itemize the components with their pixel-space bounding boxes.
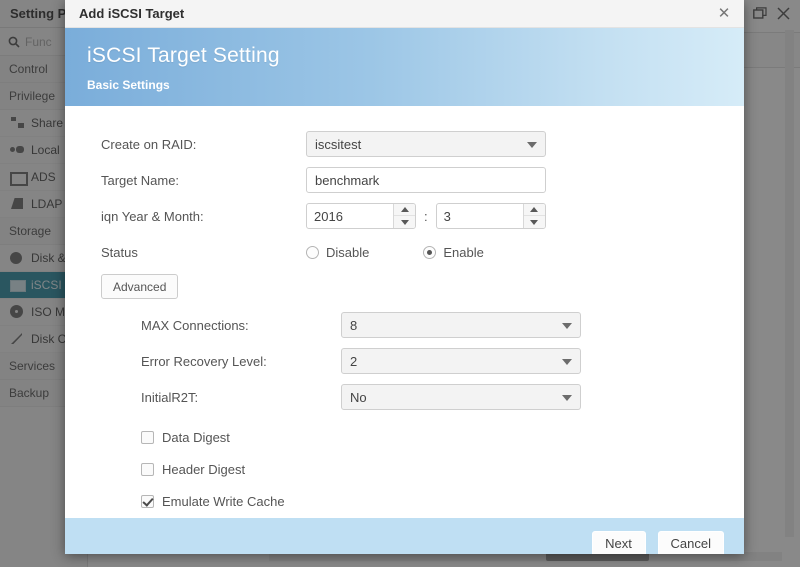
checkbox-icon (141, 462, 154, 476)
header-digest-label: Header Digest (162, 461, 246, 477)
iqn-year-stepper[interactable]: 2016 (306, 203, 416, 229)
status-radio-disable[interactable]: Disable (306, 245, 369, 260)
max-connections-value: 8 (350, 317, 358, 333)
field-initial-r2t: InitialR2T: No (65, 379, 744, 415)
status-radio-enable[interactable]: Enable (423, 244, 484, 260)
spinner-down-button[interactable] (394, 216, 415, 228)
close-icon[interactable]: ✕ (714, 4, 734, 24)
max-connections-label: MAX Connections: (141, 317, 249, 333)
chevron-down-icon (527, 142, 537, 148)
checkbox-icon-checked (141, 494, 154, 508)
status-disable-label: Disable (326, 244, 370, 260)
iqn-spinners: 2016 : 3 (306, 203, 546, 229)
initial-r2t-label: InitialR2T: (141, 389, 199, 405)
checkbox-header-digest[interactable]: Header Digest (65, 453, 744, 485)
checkbox-data-digest[interactable]: Data Digest (65, 421, 744, 453)
checkbox-icon (141, 430, 154, 444)
max-connections-select[interactable]: 8 (341, 312, 581, 338)
dialog-titlebar: Add iSCSI Target ✕ (65, 0, 744, 28)
target-name-label: Target Name: (101, 172, 180, 188)
field-max-connections: MAX Connections: 8 (65, 307, 744, 343)
radio-icon-selected (423, 245, 437, 259)
iqn-separator: : (424, 208, 428, 224)
spinner-down-button[interactable] (524, 216, 545, 228)
error-recovery-level-value: 2 (350, 353, 358, 369)
error-recovery-level-select[interactable]: 2 (341, 348, 581, 374)
status-radio-group: Disable Enable (306, 245, 484, 260)
initial-r2t-value: No (350, 389, 367, 405)
status-label: Status (101, 244, 138, 260)
field-iqn-year-month: iqn Year & Month: 2016 : 3 (65, 198, 744, 234)
cancel-button[interactable]: Cancel (657, 530, 724, 554)
dialog-body: Create on RAID: iscsitest Target Name: i… (65, 106, 744, 517)
dialog-footer: Next Cancel (65, 517, 744, 554)
create-on-raid-value: iscsitest (315, 136, 362, 152)
field-create-on-raid: Create on RAID: iscsitest (65, 126, 744, 162)
emulate-write-cache-label: Emulate Write Cache (162, 493, 285, 509)
iqn-year-spin-buttons (393, 204, 415, 228)
status-enable-label: Enable (443, 244, 484, 260)
iqn-month-stepper[interactable]: 3 (435, 203, 546, 229)
triangle-down-icon (530, 219, 539, 225)
next-button[interactable]: Next (591, 530, 646, 554)
checkbox-emulate-write-cache[interactable]: Emulate Write Cache (65, 485, 744, 517)
field-status: Status Disable Enable (65, 234, 744, 270)
chevron-down-icon (562, 395, 572, 401)
spinner-up-button[interactable] (523, 204, 545, 216)
chevron-down-icon (562, 323, 572, 329)
field-error-recovery-level: Error Recovery Level: 2 (65, 343, 744, 379)
iqn-year-value: 2016 (314, 208, 343, 224)
target-name-input[interactable] (306, 167, 546, 193)
dialog-title: Add iSCSI Target (79, 6, 185, 21)
advanced-button[interactable]: Advanced (101, 274, 179, 299)
error-recovery-level-label: Error Recovery Level: (141, 353, 267, 369)
data-digest-label: Data Digest (162, 429, 230, 445)
field-target-name: Target Name: (65, 162, 744, 198)
initial-r2t-select[interactable]: No (341, 384, 581, 410)
iqn-month-value: 3 (443, 208, 451, 224)
banner-title: iSCSI Target Setting (87, 44, 280, 67)
triangle-down-icon (400, 219, 409, 225)
triangle-up-icon (530, 207, 539, 212)
create-on-raid-label: Create on RAID: (101, 136, 197, 152)
dialog-banner: iSCSI Target Setting Basic Settings (65, 28, 744, 106)
create-on-raid-select[interactable]: iscsitest (306, 131, 546, 157)
spinner-up-button[interactable] (394, 204, 415, 216)
banner-subtitle: Basic Settings (87, 78, 170, 92)
triangle-up-icon (400, 207, 409, 212)
radio-icon (306, 245, 319, 259)
chevron-down-icon (562, 359, 572, 365)
iqn-month-spin-buttons (522, 204, 545, 228)
add-iscsi-target-dialog: Add iSCSI Target ✕ iSCSI Target Setting … (65, 0, 744, 554)
iqn-year-month-label: iqn Year & Month: (101, 208, 204, 224)
